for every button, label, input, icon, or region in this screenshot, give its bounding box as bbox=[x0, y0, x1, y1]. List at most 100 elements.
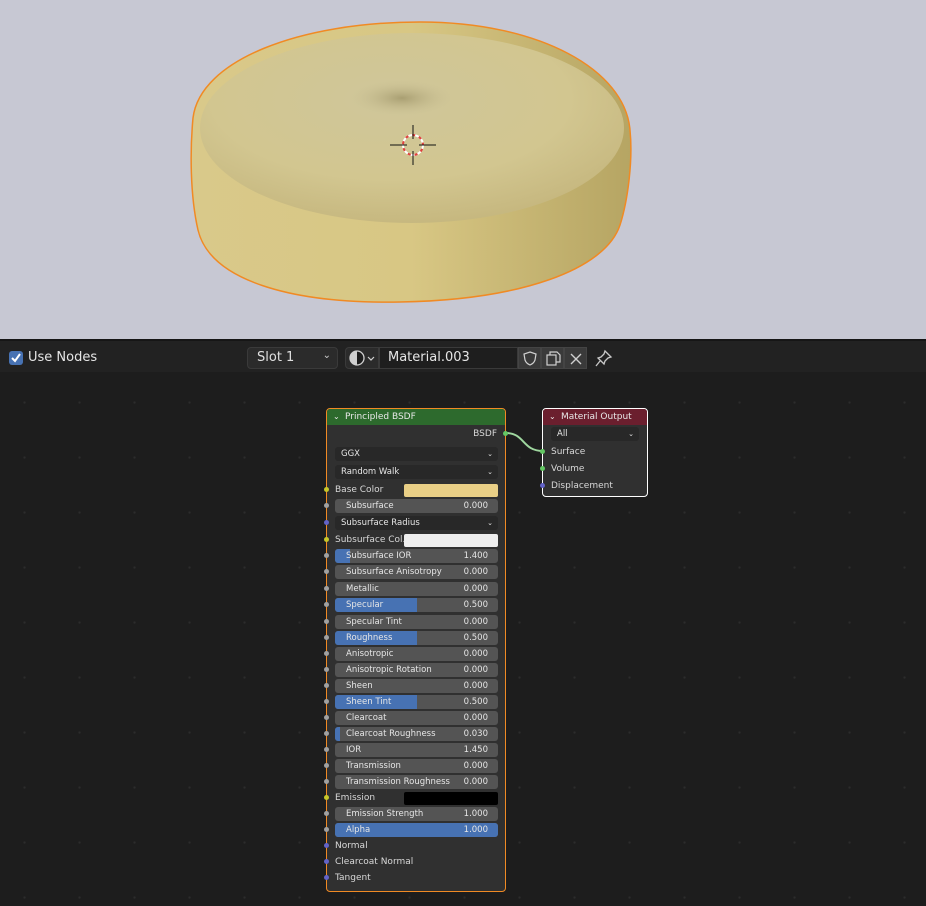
use-nodes-label[interactable]: Use Nodes bbox=[28, 350, 97, 365]
material-name: Material.003 bbox=[388, 350, 470, 365]
value-slider[interactable]: Roughness 0.500 bbox=[335, 631, 498, 645]
donut-mesh[interactable] bbox=[190, 21, 632, 303]
input-socket[interactable] bbox=[540, 483, 545, 488]
input-socket[interactable] bbox=[540, 466, 545, 471]
collapse-arrow-icon[interactable]: ⌄ bbox=[549, 409, 556, 425]
slider-label: Subsurface IOR bbox=[346, 551, 412, 561]
input-socket[interactable] bbox=[324, 487, 329, 492]
slider-label: Transmission Roughness bbox=[346, 777, 450, 787]
input-socket[interactable] bbox=[324, 747, 329, 752]
input-label: Surface bbox=[551, 447, 586, 457]
color-swatch[interactable] bbox=[404, 792, 498, 805]
input-label: Emission bbox=[335, 793, 376, 803]
slider-label: Specular bbox=[346, 600, 384, 610]
value-slider[interactable]: Specular 0.500 bbox=[335, 598, 498, 612]
slider-label: Sheen bbox=[346, 681, 373, 691]
unlink-material-button[interactable] bbox=[564, 347, 587, 369]
principled-bsdf-node[interactable]: ⌄ Principled BSDF BSDF GGX ⌄ Random Walk… bbox=[324, 408, 508, 892]
fake-user-button[interactable] bbox=[518, 347, 541, 369]
material-name-field[interactable]: Material.003 bbox=[379, 347, 518, 369]
input-socket[interactable] bbox=[324, 683, 329, 688]
value-slider[interactable]: Clearcoat 0.000 bbox=[335, 711, 498, 725]
chevron-down-icon: ⌄ bbox=[487, 450, 493, 458]
input-socket[interactable] bbox=[324, 619, 329, 624]
value-slider[interactable]: Emission Strength 1.000 bbox=[335, 807, 498, 821]
slider-label: Transmission bbox=[346, 761, 401, 771]
dropdown-label: Subsurface Radius bbox=[341, 518, 420, 528]
input-socket[interactable] bbox=[324, 699, 329, 704]
vector-dropdown[interactable]: Subsurface Radius ⌄ bbox=[335, 516, 498, 530]
input-socket[interactable] bbox=[324, 843, 329, 848]
browse-material-button[interactable] bbox=[345, 347, 379, 369]
input-socket[interactable] bbox=[324, 731, 329, 736]
input-socket[interactable] bbox=[324, 875, 329, 880]
use-nodes-checkbox[interactable] bbox=[9, 351, 23, 365]
slot-label: Slot 1 bbox=[257, 350, 295, 365]
input-label: Volume bbox=[551, 464, 585, 474]
subsurface-method-dropdown[interactable]: Random Walk ⌄ bbox=[335, 465, 498, 479]
viewport-scene bbox=[190, 21, 632, 303]
input-socket[interactable] bbox=[324, 602, 329, 607]
subsurface-method-label: Random Walk bbox=[341, 467, 400, 477]
slider-value: 0.000 bbox=[463, 777, 488, 787]
value-slider[interactable]: Specular Tint 0.000 bbox=[335, 615, 498, 629]
value-slider[interactable]: Transmission Roughness 0.000 bbox=[335, 775, 498, 789]
value-slider[interactable]: Subsurface 0.000 bbox=[335, 499, 498, 513]
input-socket[interactable] bbox=[324, 569, 329, 574]
value-slider[interactable]: Sheen 0.000 bbox=[335, 679, 498, 693]
value-slider[interactable]: Anisotropic Rotation 0.000 bbox=[335, 663, 498, 677]
input-label: Tangent bbox=[335, 873, 371, 883]
input-label: Base Color bbox=[335, 485, 384, 495]
slider-value: 0.000 bbox=[463, 681, 488, 691]
value-slider[interactable]: Anisotropic 0.000 bbox=[335, 647, 498, 661]
value-slider[interactable]: Sheen Tint 0.500 bbox=[335, 695, 498, 709]
value-slider[interactable]: Transmission 0.000 bbox=[335, 759, 498, 773]
color-swatch[interactable] bbox=[404, 534, 498, 547]
input-socket[interactable] bbox=[324, 827, 329, 832]
value-slider[interactable]: IOR 1.450 bbox=[335, 743, 498, 757]
input-socket[interactable] bbox=[324, 503, 329, 508]
3d-viewport[interactable] bbox=[0, 0, 926, 339]
target-dropdown[interactable]: All ⌄ bbox=[551, 427, 639, 441]
value-slider[interactable]: Alpha 1.000 bbox=[335, 823, 498, 837]
slider-fill bbox=[335, 727, 340, 741]
close-icon bbox=[570, 353, 582, 365]
node-header[interactable]: ⌄ Principled BSDF bbox=[327, 409, 505, 425]
input-socket[interactable] bbox=[324, 553, 329, 558]
input-socket[interactable] bbox=[324, 859, 329, 864]
input-socket[interactable] bbox=[324, 635, 329, 640]
duplicate-icon bbox=[546, 351, 561, 366]
material-sphere-icon bbox=[349, 350, 375, 366]
bsdf-output-socket[interactable] bbox=[503, 431, 508, 436]
input-socket[interactable] bbox=[540, 449, 545, 454]
value-slider[interactable]: Subsurface IOR 1.400 bbox=[335, 549, 498, 563]
node-header[interactable]: ⌄ Material Output bbox=[543, 409, 647, 425]
input-socket[interactable] bbox=[324, 586, 329, 591]
material-output-node[interactable]: ⌄ Material Output All ⌄ Surface Volume Dis… bbox=[540, 408, 648, 497]
value-slider[interactable]: Clearcoat Roughness 0.030 bbox=[335, 727, 498, 741]
distribution-dropdown[interactable]: GGX ⌄ bbox=[335, 447, 498, 461]
input-socket[interactable] bbox=[324, 715, 329, 720]
input-socket[interactable] bbox=[324, 651, 329, 656]
slider-value: 0.000 bbox=[463, 584, 488, 594]
slider-value: 1.400 bbox=[463, 551, 488, 561]
shader-node-editor[interactable]: ⌄ Principled BSDF BSDF GGX ⌄ Random Walk… bbox=[0, 372, 926, 906]
input-socket[interactable] bbox=[324, 763, 329, 768]
input-socket[interactable] bbox=[324, 520, 329, 525]
value-slider[interactable]: Metallic 0.000 bbox=[335, 582, 498, 596]
input-socket[interactable] bbox=[324, 537, 329, 542]
slot-dropdown[interactable]: Slot 1 ⌄ bbox=[247, 347, 338, 369]
input-socket[interactable] bbox=[324, 779, 329, 784]
input-socket[interactable] bbox=[324, 795, 329, 800]
slider-value: 1.000 bbox=[463, 825, 488, 835]
value-slider[interactable]: Subsurface Anisotropy 0.000 bbox=[335, 565, 498, 579]
collapse-arrow-icon[interactable]: ⌄ bbox=[333, 409, 340, 425]
pin-icon[interactable] bbox=[595, 349, 613, 367]
slider-label: Clearcoat Roughness bbox=[346, 729, 436, 739]
color-swatch[interactable] bbox=[404, 484, 498, 497]
input-socket[interactable] bbox=[324, 811, 329, 816]
duplicate-material-button[interactable] bbox=[541, 347, 564, 369]
node-editor-header: Use Nodes Slot 1 ⌄ Material.003 bbox=[0, 339, 926, 372]
input-socket[interactable] bbox=[324, 667, 329, 672]
input-label: Displacement bbox=[551, 481, 613, 491]
